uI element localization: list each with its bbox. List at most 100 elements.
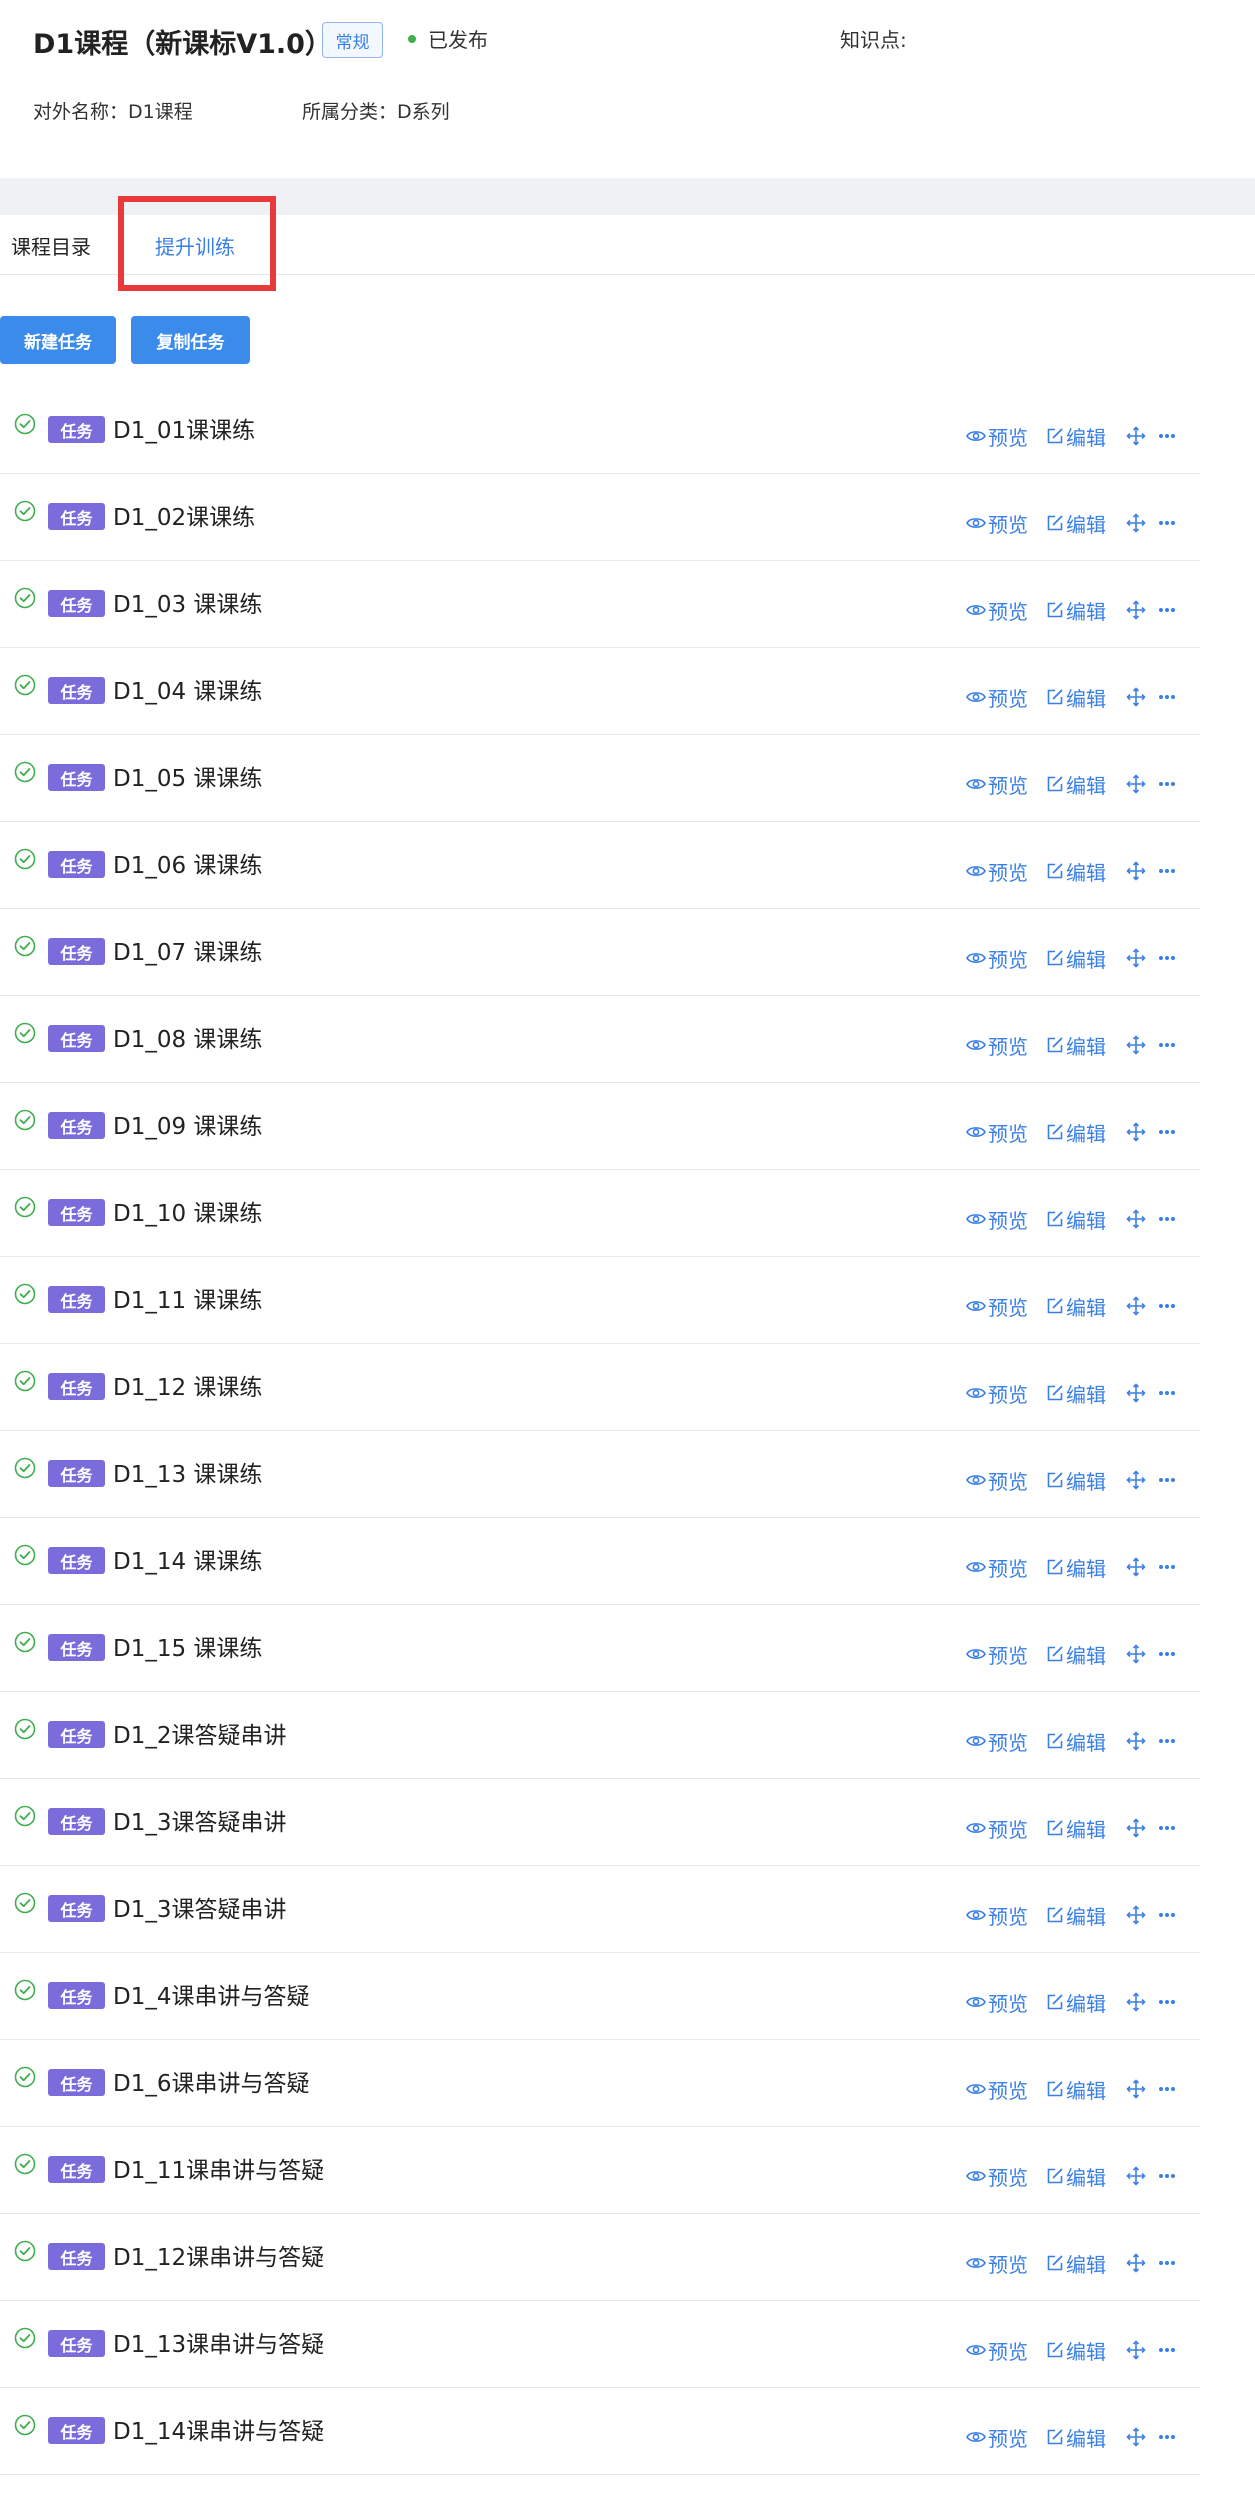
preview-button[interactable]: 预览 xyxy=(966,1205,1046,1234)
drag-move-icon[interactable] xyxy=(1126,2427,1158,2447)
more-icon[interactable] xyxy=(1158,433,1176,439)
task-name[interactable]: D1_3课答疑串讲 xyxy=(113,1803,286,1837)
more-icon[interactable] xyxy=(1158,1390,1176,1396)
edit-button[interactable]: 编辑 xyxy=(1046,1553,1126,1582)
preview-button[interactable]: 预览 xyxy=(966,857,1046,886)
preview-button[interactable]: 预览 xyxy=(966,770,1046,799)
more-icon[interactable] xyxy=(1158,607,1176,613)
preview-button[interactable]: 预览 xyxy=(966,1553,1046,1582)
task-row[interactable]: 任务 D1_12 课课练 预览 编辑 xyxy=(0,1344,1200,1431)
edit-button[interactable]: 编辑 xyxy=(1046,2162,1126,2191)
drag-move-icon[interactable] xyxy=(1126,948,1158,968)
more-icon[interactable] xyxy=(1158,781,1176,787)
drag-move-icon[interactable] xyxy=(1126,2253,1158,2273)
edit-button[interactable]: 编辑 xyxy=(1046,1118,1126,1147)
more-icon[interactable] xyxy=(1158,2086,1176,2092)
edit-button[interactable]: 编辑 xyxy=(1046,770,1126,799)
preview-button[interactable]: 预览 xyxy=(966,2075,1046,2104)
preview-button[interactable]: 预览 xyxy=(966,1466,1046,1495)
task-row[interactable]: 任务 D1_12课串讲与答疑 预览 编辑 xyxy=(0,2214,1200,2301)
drag-move-icon[interactable] xyxy=(1126,2079,1158,2099)
edit-button[interactable]: 编辑 xyxy=(1046,1031,1126,1060)
task-name[interactable]: D1_02课课练 xyxy=(113,498,255,532)
drag-move-icon[interactable] xyxy=(1126,687,1158,707)
drag-move-icon[interactable] xyxy=(1126,1905,1158,1925)
more-icon[interactable] xyxy=(1158,1999,1176,2005)
task-name[interactable]: D1_07 课课练 xyxy=(113,933,262,967)
task-name[interactable]: D1_3课答疑串讲 xyxy=(113,1890,286,1924)
preview-button[interactable]: 预览 xyxy=(966,2249,1046,2278)
drag-move-icon[interactable] xyxy=(1126,774,1158,794)
task-row[interactable]: 任务 D1_14课串讲与答疑 预览 编辑 xyxy=(0,2388,1200,2475)
edit-button[interactable]: 编辑 xyxy=(1046,1640,1126,1669)
task-row[interactable]: 任务 D1_05 课课练 预览 编辑 xyxy=(0,735,1200,822)
drag-move-icon[interactable] xyxy=(1126,1644,1158,1664)
task-name[interactable]: D1_10 课课练 xyxy=(113,1194,262,1228)
task-row[interactable]: 任务 D1_02课课练 预览 编辑 xyxy=(0,474,1200,561)
task-name[interactable]: D1_12 课课练 xyxy=(113,1368,262,1402)
task-name[interactable]: D1_13课串讲与答疑 xyxy=(113,2325,324,2359)
drag-move-icon[interactable] xyxy=(1126,1470,1158,1490)
more-icon[interactable] xyxy=(1158,2347,1176,2353)
edit-button[interactable]: 编辑 xyxy=(1046,422,1126,451)
task-row[interactable]: 任务 D1_06 课课练 预览 编辑 xyxy=(0,822,1200,909)
more-icon[interactable] xyxy=(1158,1129,1176,1135)
task-name[interactable]: D1_14课串讲与答疑 xyxy=(113,2412,324,2446)
more-icon[interactable] xyxy=(1158,1912,1176,1918)
drag-move-icon[interactable] xyxy=(1126,1296,1158,1316)
preview-button[interactable]: 预览 xyxy=(966,1988,1046,2017)
task-row[interactable]: 任务 D1_13课串讲与答疑 预览 编辑 xyxy=(0,2301,1200,2388)
task-name[interactable]: D1_04 课课练 xyxy=(113,672,262,706)
edit-button[interactable]: 编辑 xyxy=(1046,1205,1126,1234)
preview-button[interactable]: 预览 xyxy=(966,2423,1046,2452)
edit-button[interactable]: 编辑 xyxy=(1046,1988,1126,2017)
edit-button[interactable]: 编辑 xyxy=(1046,2075,1126,2104)
preview-button[interactable]: 预览 xyxy=(966,1727,1046,1756)
more-icon[interactable] xyxy=(1158,1564,1176,1570)
task-row[interactable]: 任务 D1_3课答疑串讲 预览 编辑 xyxy=(0,1866,1200,1953)
tab-course-catalog[interactable]: 课程目录 xyxy=(11,215,91,275)
task-row[interactable]: 任务 D1_3课答疑串讲 预览 编辑 xyxy=(0,1779,1200,1866)
task-row[interactable]: 任务 D1_04 课课练 预览 编辑 xyxy=(0,648,1200,735)
preview-button[interactable]: 预览 xyxy=(966,683,1046,712)
edit-button[interactable]: 编辑 xyxy=(1046,509,1126,538)
drag-move-icon[interactable] xyxy=(1126,513,1158,533)
more-icon[interactable] xyxy=(1158,1042,1176,1048)
preview-button[interactable]: 预览 xyxy=(966,2336,1046,2365)
preview-button[interactable]: 预览 xyxy=(966,944,1046,973)
task-row[interactable]: 任务 D1_11课串讲与答疑 预览 编辑 xyxy=(0,2127,1200,2214)
task-row[interactable]: 任务 D1_15 课课练 预览 编辑 xyxy=(0,1605,1200,1692)
preview-button[interactable]: 预览 xyxy=(966,1292,1046,1321)
drag-move-icon[interactable] xyxy=(1126,1731,1158,1751)
task-name[interactable]: D1_11课串讲与答疑 xyxy=(113,2151,324,2185)
drag-move-icon[interactable] xyxy=(1126,426,1158,446)
edit-button[interactable]: 编辑 xyxy=(1046,1727,1126,1756)
task-row[interactable]: 任务 D1_14 课课练 预览 编辑 xyxy=(0,1518,1200,1605)
more-icon[interactable] xyxy=(1158,1825,1176,1831)
more-icon[interactable] xyxy=(1158,1477,1176,1483)
preview-button[interactable]: 预览 xyxy=(966,596,1046,625)
preview-button[interactable]: 预览 xyxy=(966,2162,1046,2191)
task-name[interactable]: D1_6课串讲与答疑 xyxy=(113,2064,309,2098)
edit-button[interactable]: 编辑 xyxy=(1046,1379,1126,1408)
edit-button[interactable]: 编辑 xyxy=(1046,857,1126,886)
more-icon[interactable] xyxy=(1158,1216,1176,1222)
task-row[interactable]: 任务 D1_01课课练 预览 编辑 xyxy=(0,387,1200,474)
edit-button[interactable]: 编辑 xyxy=(1046,2336,1126,2365)
preview-button[interactable]: 预览 xyxy=(966,1901,1046,1930)
more-icon[interactable] xyxy=(1158,694,1176,700)
drag-move-icon[interactable] xyxy=(1126,1209,1158,1229)
drag-move-icon[interactable] xyxy=(1126,2166,1158,2186)
edit-button[interactable]: 编辑 xyxy=(1046,2423,1126,2452)
drag-move-icon[interactable] xyxy=(1126,1035,1158,1055)
task-row[interactable]: 任务 D1_07 课课练 预览 编辑 xyxy=(0,909,1200,996)
copy-task-button[interactable]: 复制任务 xyxy=(131,316,250,364)
task-name[interactable]: D1_01课课练 xyxy=(113,411,255,445)
more-icon[interactable] xyxy=(1158,520,1176,526)
preview-button[interactable]: 预览 xyxy=(966,1640,1046,1669)
task-row[interactable]: 任务 D1_13 课课练 预览 编辑 xyxy=(0,1431,1200,1518)
drag-move-icon[interactable] xyxy=(1126,2340,1158,2360)
more-icon[interactable] xyxy=(1158,1738,1176,1744)
edit-button[interactable]: 编辑 xyxy=(1046,944,1126,973)
more-icon[interactable] xyxy=(1158,1303,1176,1309)
